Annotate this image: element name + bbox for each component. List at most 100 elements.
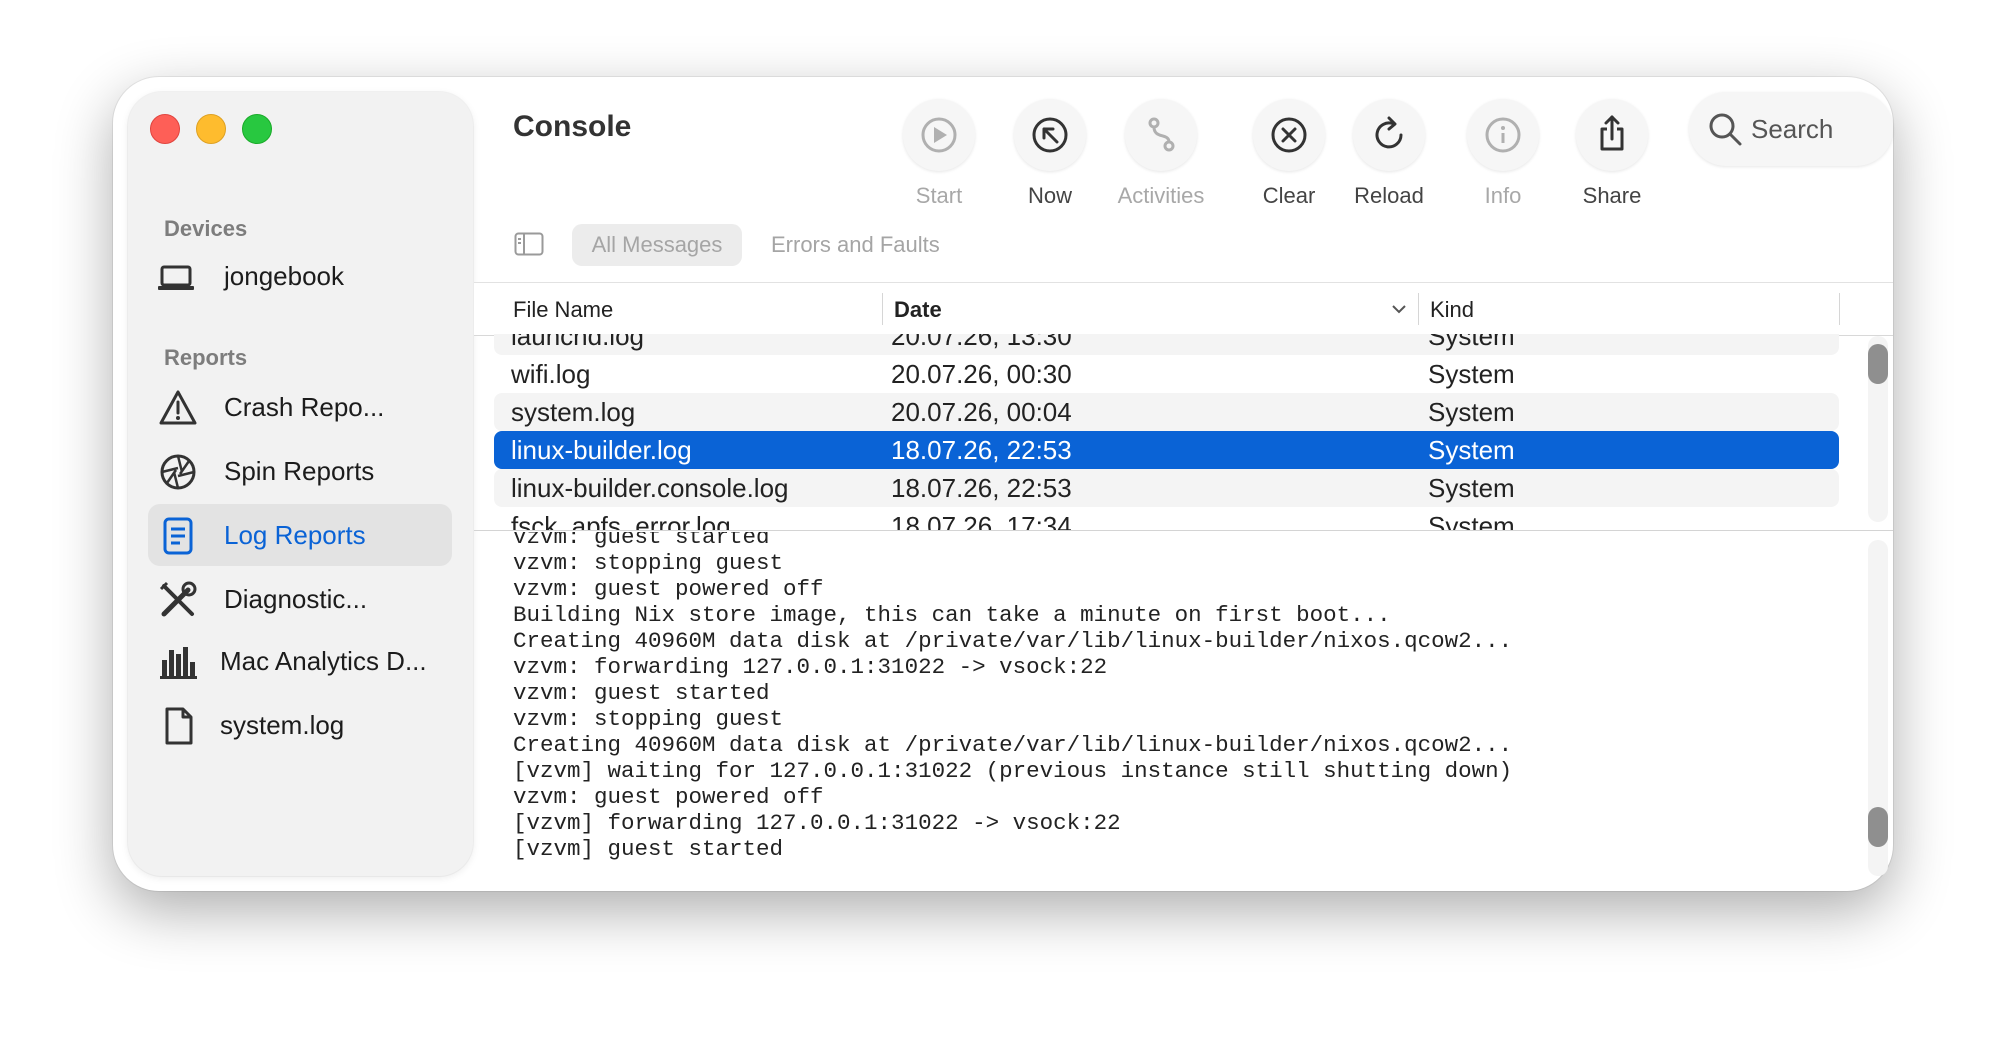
document-icon [163,517,193,555]
cell-date: 18.07.26, 22:53 [891,435,1072,465]
log-line: vzvm: stopping guest [513,706,784,732]
table-scrollbar-thumb[interactable] [1868,344,1888,384]
table-row[interactable]: system.log 20.07.26, 00:04 System [494,393,1839,431]
table-row[interactable]: launchd.log 20.07.26, 13:30 System [494,334,1839,355]
cell-file-name: fsck_apfs_error.log [511,511,731,530]
play-icon [921,117,957,153]
devices-header: Devices [164,216,248,241]
now-button[interactable]: Now [995,99,1105,209]
table-row[interactable]: linux-builder.console.log 18.07.26, 22:5… [494,469,1839,507]
filter-errors-faults[interactable]: Errors and Faults [771,224,940,266]
log-file-table: launchd.log 20.07.26, 13:30 System wifi.… [474,334,1893,530]
reload-icon [1375,116,1403,149]
cell-date: 20.07.26, 00:30 [891,359,1072,389]
log-line: vzvm: guest powered off [513,784,824,810]
table-row[interactable]: wifi.log 20.07.26, 00:30 System [494,355,1839,393]
pane-divider[interactable] [474,530,1893,531]
log-line: [vzvm] waiting for 127.0.0.1:31022 (prev… [513,758,1513,784]
column-date[interactable]: Date [894,297,942,323]
sidebar-device-jongebook[interactable]: jongebook [148,245,452,307]
log-line: Creating 40960M data disk at /private/va… [513,732,1513,758]
sidebar-item-label: Mac Analytics D... [220,646,427,676]
cell-file-name: wifi.log [511,359,591,389]
sidebar-device-label: jongebook [224,261,344,291]
activities-icon [1148,117,1175,152]
log-line: Building Nix store image, this can take … [513,602,1391,628]
sidebar-item-diagnostic[interactable]: Diagnostic... [148,568,452,630]
sidebar-toggle-icon[interactable] [514,232,544,256]
sidebar-item-label: Log Reports [224,520,366,550]
share-button[interactable]: Share [1557,99,1667,209]
cell-kind: System [1428,334,1515,351]
sidebar-item-crash-reports[interactable]: Crash Repo... [148,376,452,438]
log-line: vzvm: stopping guest [513,550,784,576]
reports-header: Reports [164,345,248,370]
sidebar-item-label: Spin Reports [224,456,375,486]
sidebar-item-system-log[interactable]: system.log [148,694,452,756]
share-label: Share [1582,183,1642,208]
close-window-button[interactable] [150,114,180,144]
cell-kind: System [1428,473,1515,503]
cell-date: 18.07.26, 22:53 [891,473,1072,503]
cell-date: 20.07.26, 13:30 [891,334,1072,351]
log-line: vzvm: guest started [513,680,770,706]
column-kind[interactable]: Kind [1430,297,1474,323]
column-file-name[interactable]: File Name [513,297,613,323]
column-separator [1839,293,1840,325]
laptop-icon [158,265,194,290]
log-content: vzvm: guest started vzvm: stopping guest v… [513,532,1853,882]
cell-file-name: system.log [511,397,636,427]
sort-chevron-down-icon [1392,305,1406,314]
sidebar-item-spin-reports[interactable]: Spin Reports [148,440,452,502]
info-icon [1485,117,1521,153]
filter-all-messages[interactable]: All Messages [572,224,742,266]
sidebar-item-mac-analytics[interactable]: Mac Analytics D... [148,630,452,692]
log-line: Creating 40960M data disk at /private/va… [513,628,1513,654]
sidebar-item-label: Crash Repo... [224,392,385,422]
spin-icon [160,454,196,490]
log-line: vzvm: forwarding 127.0.0.1:31022 -> vsoc… [513,654,1108,680]
activities-button[interactable]: Activities [1106,99,1216,209]
warning-icon [159,390,197,425]
cell-date: 20.07.26, 00:04 [891,397,1072,427]
reload-button[interactable]: Reload [1334,99,1444,209]
column-separator [882,293,883,325]
search-field[interactable]: Search [1689,92,1893,166]
minimize-window-button[interactable] [196,114,226,144]
start-button[interactable]: Start [884,99,994,209]
cell-file-name: linux-builder.log [511,435,692,465]
log-line: [vzvm] forwarding 127.0.0.1:31022 -> vso… [513,810,1121,836]
search-placeholder: Search [1751,114,1834,144]
log-scrollbar-thumb[interactable] [1868,807,1888,847]
activities-label: Activities [1117,183,1205,208]
log-line: vzvm: guest started [513,532,770,550]
cell-kind: System [1428,397,1515,427]
column-separator [1418,293,1419,325]
search-icon [1709,113,1742,146]
clear-label: Clear [1262,183,1316,208]
reload-label: Reload [1354,183,1424,208]
table-header: File Name Date Kind [474,282,1893,336]
cell-kind: System [1428,435,1515,465]
log-line: [vzvm] guest started [513,836,784,862]
table-row[interactable]: fsck_apfs_error.log 18.07.26, 17:34 Syst… [494,507,1839,530]
clear-icon [1271,117,1307,153]
bar-chart-icon [160,647,197,679]
cell-file-name: launchd.log [511,334,644,351]
zoom-window-button[interactable] [242,114,272,144]
window-title: Console [513,110,632,143]
share-icon [1600,115,1624,151]
start-label: Start [915,183,963,208]
table-row-selected[interactable]: linux-builder.log 18.07.26, 22:53 System [494,431,1839,469]
file-icon [165,707,193,745]
sidebar-item-log-reports[interactable]: Log Reports [148,504,452,566]
tools-icon [159,581,197,617]
info-label: Info [1484,183,1522,208]
sidebar-item-label: Diagnostic... [224,584,368,614]
cell-kind: System [1428,511,1515,530]
info-button[interactable]: Info [1448,99,1558,209]
cell-file-name: linux-builder.console.log [511,473,789,503]
jump-to-now-icon [1032,117,1068,153]
clear-button[interactable]: Clear [1234,99,1344,209]
now-label: Now [1027,183,1072,208]
